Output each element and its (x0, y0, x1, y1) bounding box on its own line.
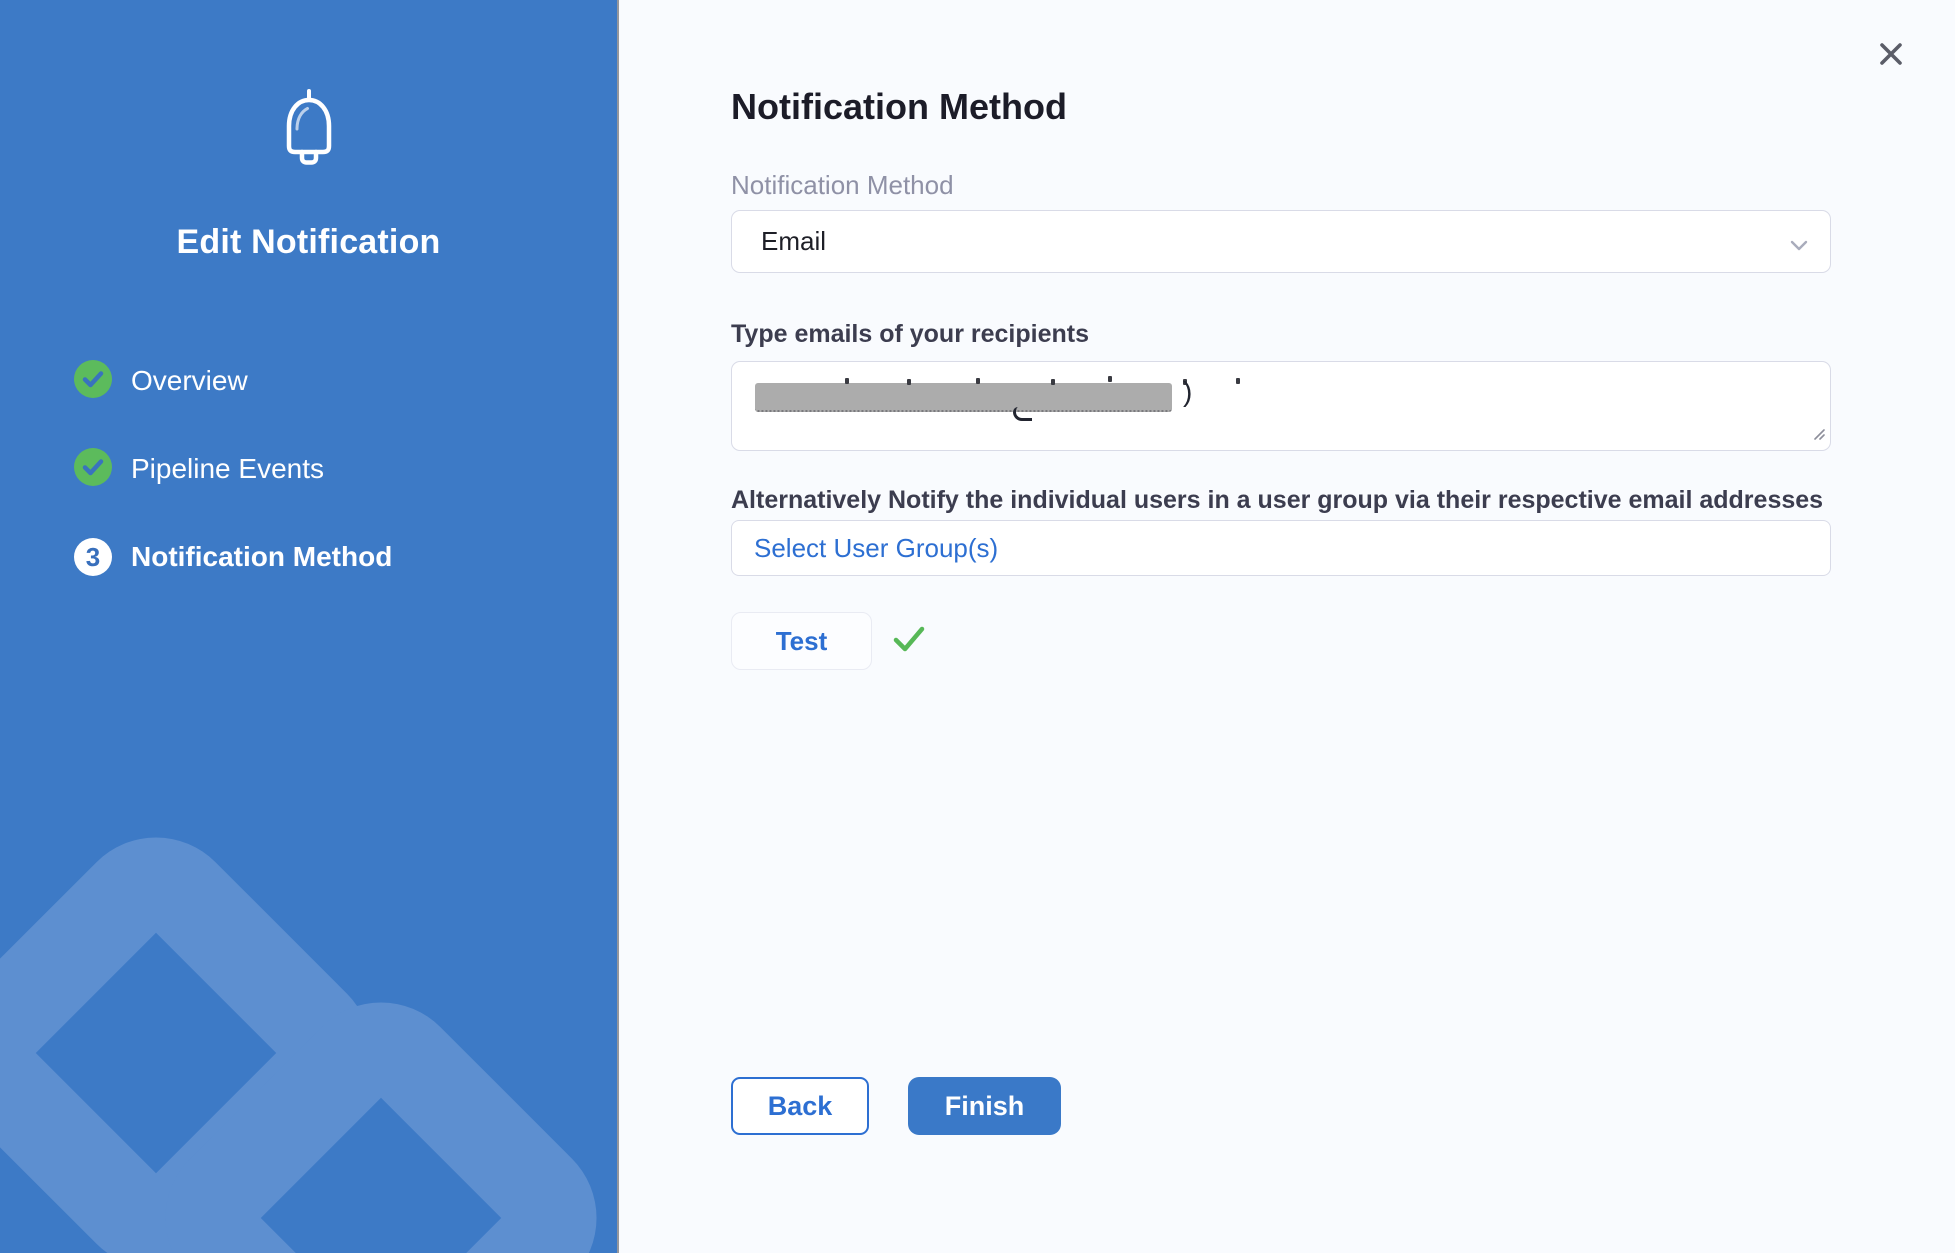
notification-method-label: Notification Method (731, 168, 1955, 202)
test-button[interactable]: Test (731, 612, 872, 670)
notification-method-value: Email (761, 226, 826, 257)
select-user-groups-button[interactable]: Select User Group(s) (731, 520, 1831, 576)
back-button[interactable]: Back (731, 1077, 869, 1135)
notification-method-select[interactable]: Email (731, 210, 1831, 273)
recipients-field-wrap: ) (731, 361, 1831, 451)
select-user-groups-label: Select User Group(s) (754, 533, 998, 564)
step-notification-method[interactable]: 3 Notification Method (74, 538, 617, 576)
bell-icon (277, 88, 341, 171)
recipients-label: Type emails of your recipients (731, 318, 1955, 350)
step-completed-check-icon (74, 448, 112, 491)
wizard-steps: Overview Pipeline Events 3 Notification … (0, 362, 617, 576)
wizard-sidebar: Edit Notification Overview (0, 0, 617, 1253)
wizard-title: Edit Notification (0, 223, 617, 262)
chevron-down-icon (1790, 238, 1808, 256)
test-success-check-icon (891, 624, 927, 659)
harness-logo-watermark (131, 968, 617, 1253)
recipients-textarea[interactable] (731, 361, 1831, 451)
step-label: Pipeline Events (131, 453, 324, 485)
notification-method-panel: Notification Method Notification Method … (617, 0, 1955, 1253)
step-pipeline-events[interactable]: Pipeline Events (74, 450, 617, 488)
close-icon (1876, 39, 1906, 72)
wizard-footer: Back Finish (731, 1077, 1061, 1135)
close-button[interactable] (1874, 38, 1908, 72)
test-row: Test (731, 612, 1955, 670)
step-overview[interactable]: Overview (74, 362, 617, 400)
step-label: Overview (131, 365, 248, 397)
step-number-badge: 3 (74, 538, 112, 576)
finish-button[interactable]: Finish (908, 1077, 1061, 1135)
user-group-hint: Alternatively Notify the individual user… (731, 484, 1955, 516)
page-title: Notification Method (731, 84, 1955, 130)
step-completed-check-icon (74, 360, 112, 403)
step-label: Notification Method (131, 541, 392, 573)
harness-logo-watermark (0, 803, 406, 1253)
